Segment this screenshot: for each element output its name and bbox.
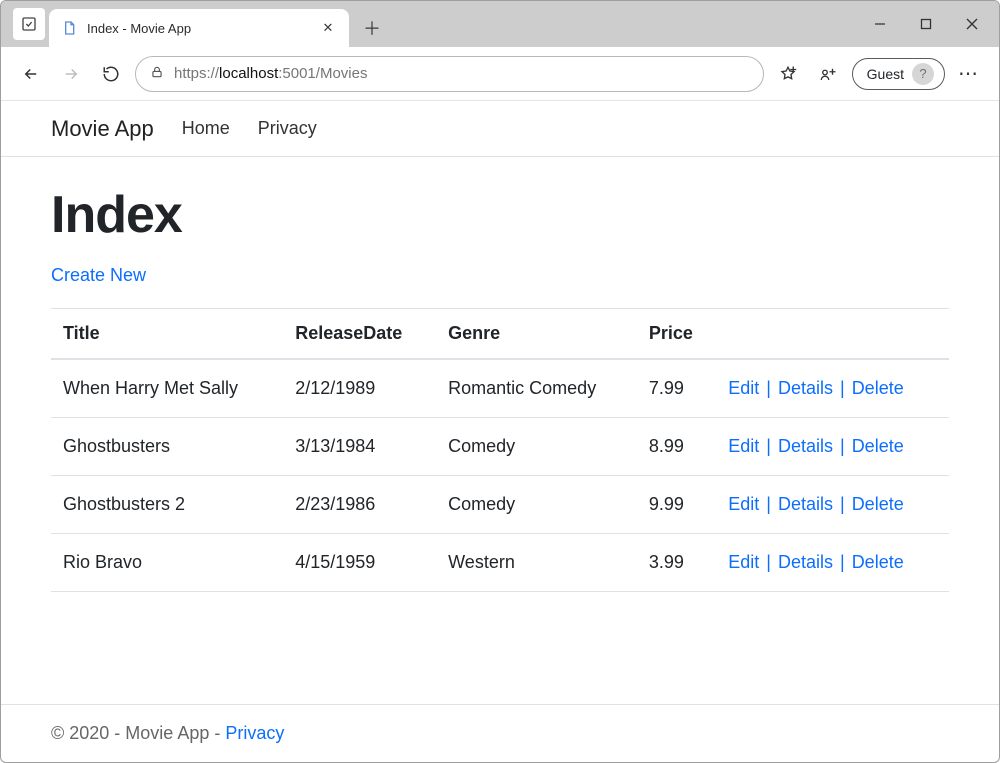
cell-title: Rio Bravo — [51, 534, 283, 592]
new-tab-button[interactable]: ＋ — [357, 13, 387, 43]
nav-reload-button[interactable] — [95, 58, 127, 90]
row-edit-link[interactable]: Edit — [728, 552, 759, 572]
app-footer: © 2020 - Movie App - Privacy — [1, 704, 999, 762]
cell-releasedate: 2/23/1986 — [283, 476, 436, 534]
titlebar: Index - Movie App ✕ ＋ — [1, 1, 999, 47]
cell-releasedate: 4/15/1959 — [283, 534, 436, 592]
app-navbar: Movie App Home Privacy — [1, 101, 999, 157]
avatar-icon: ? — [912, 63, 934, 85]
page-viewport: Movie App Home Privacy Index Create New … — [1, 101, 999, 762]
page-body: Index Create New Title ReleaseDate Genre… — [1, 157, 999, 704]
th-title: Title — [51, 309, 283, 360]
nav-forward-button[interactable] — [55, 58, 87, 90]
cell-genre: Romantic Comedy — [436, 359, 637, 418]
row-details-link[interactable]: Details — [778, 378, 833, 398]
window-close-button[interactable] — [949, 1, 995, 47]
th-actions — [716, 309, 949, 360]
favorites-button[interactable] — [772, 58, 804, 90]
row-delete-link[interactable]: Delete — [852, 494, 904, 514]
table-row: Ghostbusters 22/23/1986Comedy9.99Edit | … — [51, 476, 949, 534]
row-edit-link[interactable]: Edit — [728, 378, 759, 398]
browser-toolbar: https://localhost:5001/Movies Guest ? ⋯ — [1, 47, 999, 101]
cell-genre: Western — [436, 534, 637, 592]
row-details-link[interactable]: Details — [778, 436, 833, 456]
tab-title: Index - Movie App — [87, 21, 309, 36]
lock-icon — [150, 65, 164, 83]
window-maximize-button[interactable] — [903, 1, 949, 47]
row-edit-link[interactable]: Edit — [728, 436, 759, 456]
cell-releasedate: 2/12/1989 — [283, 359, 436, 418]
cell-title: Ghostbusters 2 — [51, 476, 283, 534]
cell-price: 9.99 — [637, 476, 716, 534]
window-minimize-button[interactable] — [857, 1, 903, 47]
browser-tab[interactable]: Index - Movie App ✕ — [49, 9, 349, 47]
cell-genre: Comedy — [436, 476, 637, 534]
row-edit-link[interactable]: Edit — [728, 494, 759, 514]
table-row: Ghostbusters3/13/1984Comedy8.99Edit | De… — [51, 418, 949, 476]
app-brand[interactable]: Movie App — [51, 116, 154, 142]
window-controls — [857, 1, 999, 47]
url-text: https://localhost:5001/Movies — [174, 65, 749, 82]
table-header-row: Title ReleaseDate Genre Price — [51, 309, 949, 360]
table-row: When Harry Met Sally2/12/1989Romantic Co… — [51, 359, 949, 418]
row-delete-link[interactable]: Delete — [852, 552, 904, 572]
th-price: Price — [637, 309, 716, 360]
row-delete-link[interactable]: Delete — [852, 436, 904, 456]
nav-link-home[interactable]: Home — [182, 118, 230, 139]
nav-link-privacy[interactable]: Privacy — [258, 118, 317, 139]
page-favicon-icon — [61, 20, 77, 36]
address-bar[interactable]: https://localhost:5001/Movies — [135, 56, 764, 92]
footer-privacy-link[interactable]: Privacy — [225, 723, 284, 743]
cell-price: 8.99 — [637, 418, 716, 476]
browser-window: Index - Movie App ✕ ＋ — [0, 0, 1000, 763]
cell-price: 3.99 — [637, 534, 716, 592]
row-details-link[interactable]: Details — [778, 552, 833, 572]
th-genre: Genre — [436, 309, 637, 360]
page-title: Index — [51, 185, 949, 245]
nav-back-button[interactable] — [15, 58, 47, 90]
cell-genre: Comedy — [436, 418, 637, 476]
cell-actions: Edit | Details | Delete — [716, 359, 949, 418]
cell-actions: Edit | Details | Delete — [716, 534, 949, 592]
create-new-link[interactable]: Create New — [51, 265, 146, 285]
cell-price: 7.99 — [637, 359, 716, 418]
movies-table: Title ReleaseDate Genre Price When Harry… — [51, 308, 949, 592]
browser-app-icon — [13, 8, 45, 40]
collections-button[interactable] — [812, 58, 844, 90]
tab-close-icon[interactable]: ✕ — [319, 20, 337, 36]
cell-title: When Harry Met Sally — [51, 359, 283, 418]
cell-actions: Edit | Details | Delete — [716, 418, 949, 476]
overflow-menu-button[interactable]: ⋯ — [953, 58, 985, 90]
table-row: Rio Bravo4/15/1959Western3.99Edit | Deta… — [51, 534, 949, 592]
profile-label: Guest — [867, 66, 904, 82]
row-delete-link[interactable]: Delete — [852, 378, 904, 398]
profile-button[interactable]: Guest ? — [852, 58, 945, 90]
row-details-link[interactable]: Details — [778, 494, 833, 514]
cell-title: Ghostbusters — [51, 418, 283, 476]
cell-actions: Edit | Details | Delete — [716, 476, 949, 534]
footer-text: © 2020 - Movie App - — [51, 723, 225, 743]
cell-releasedate: 3/13/1984 — [283, 418, 436, 476]
th-releasedate: ReleaseDate — [283, 309, 436, 360]
